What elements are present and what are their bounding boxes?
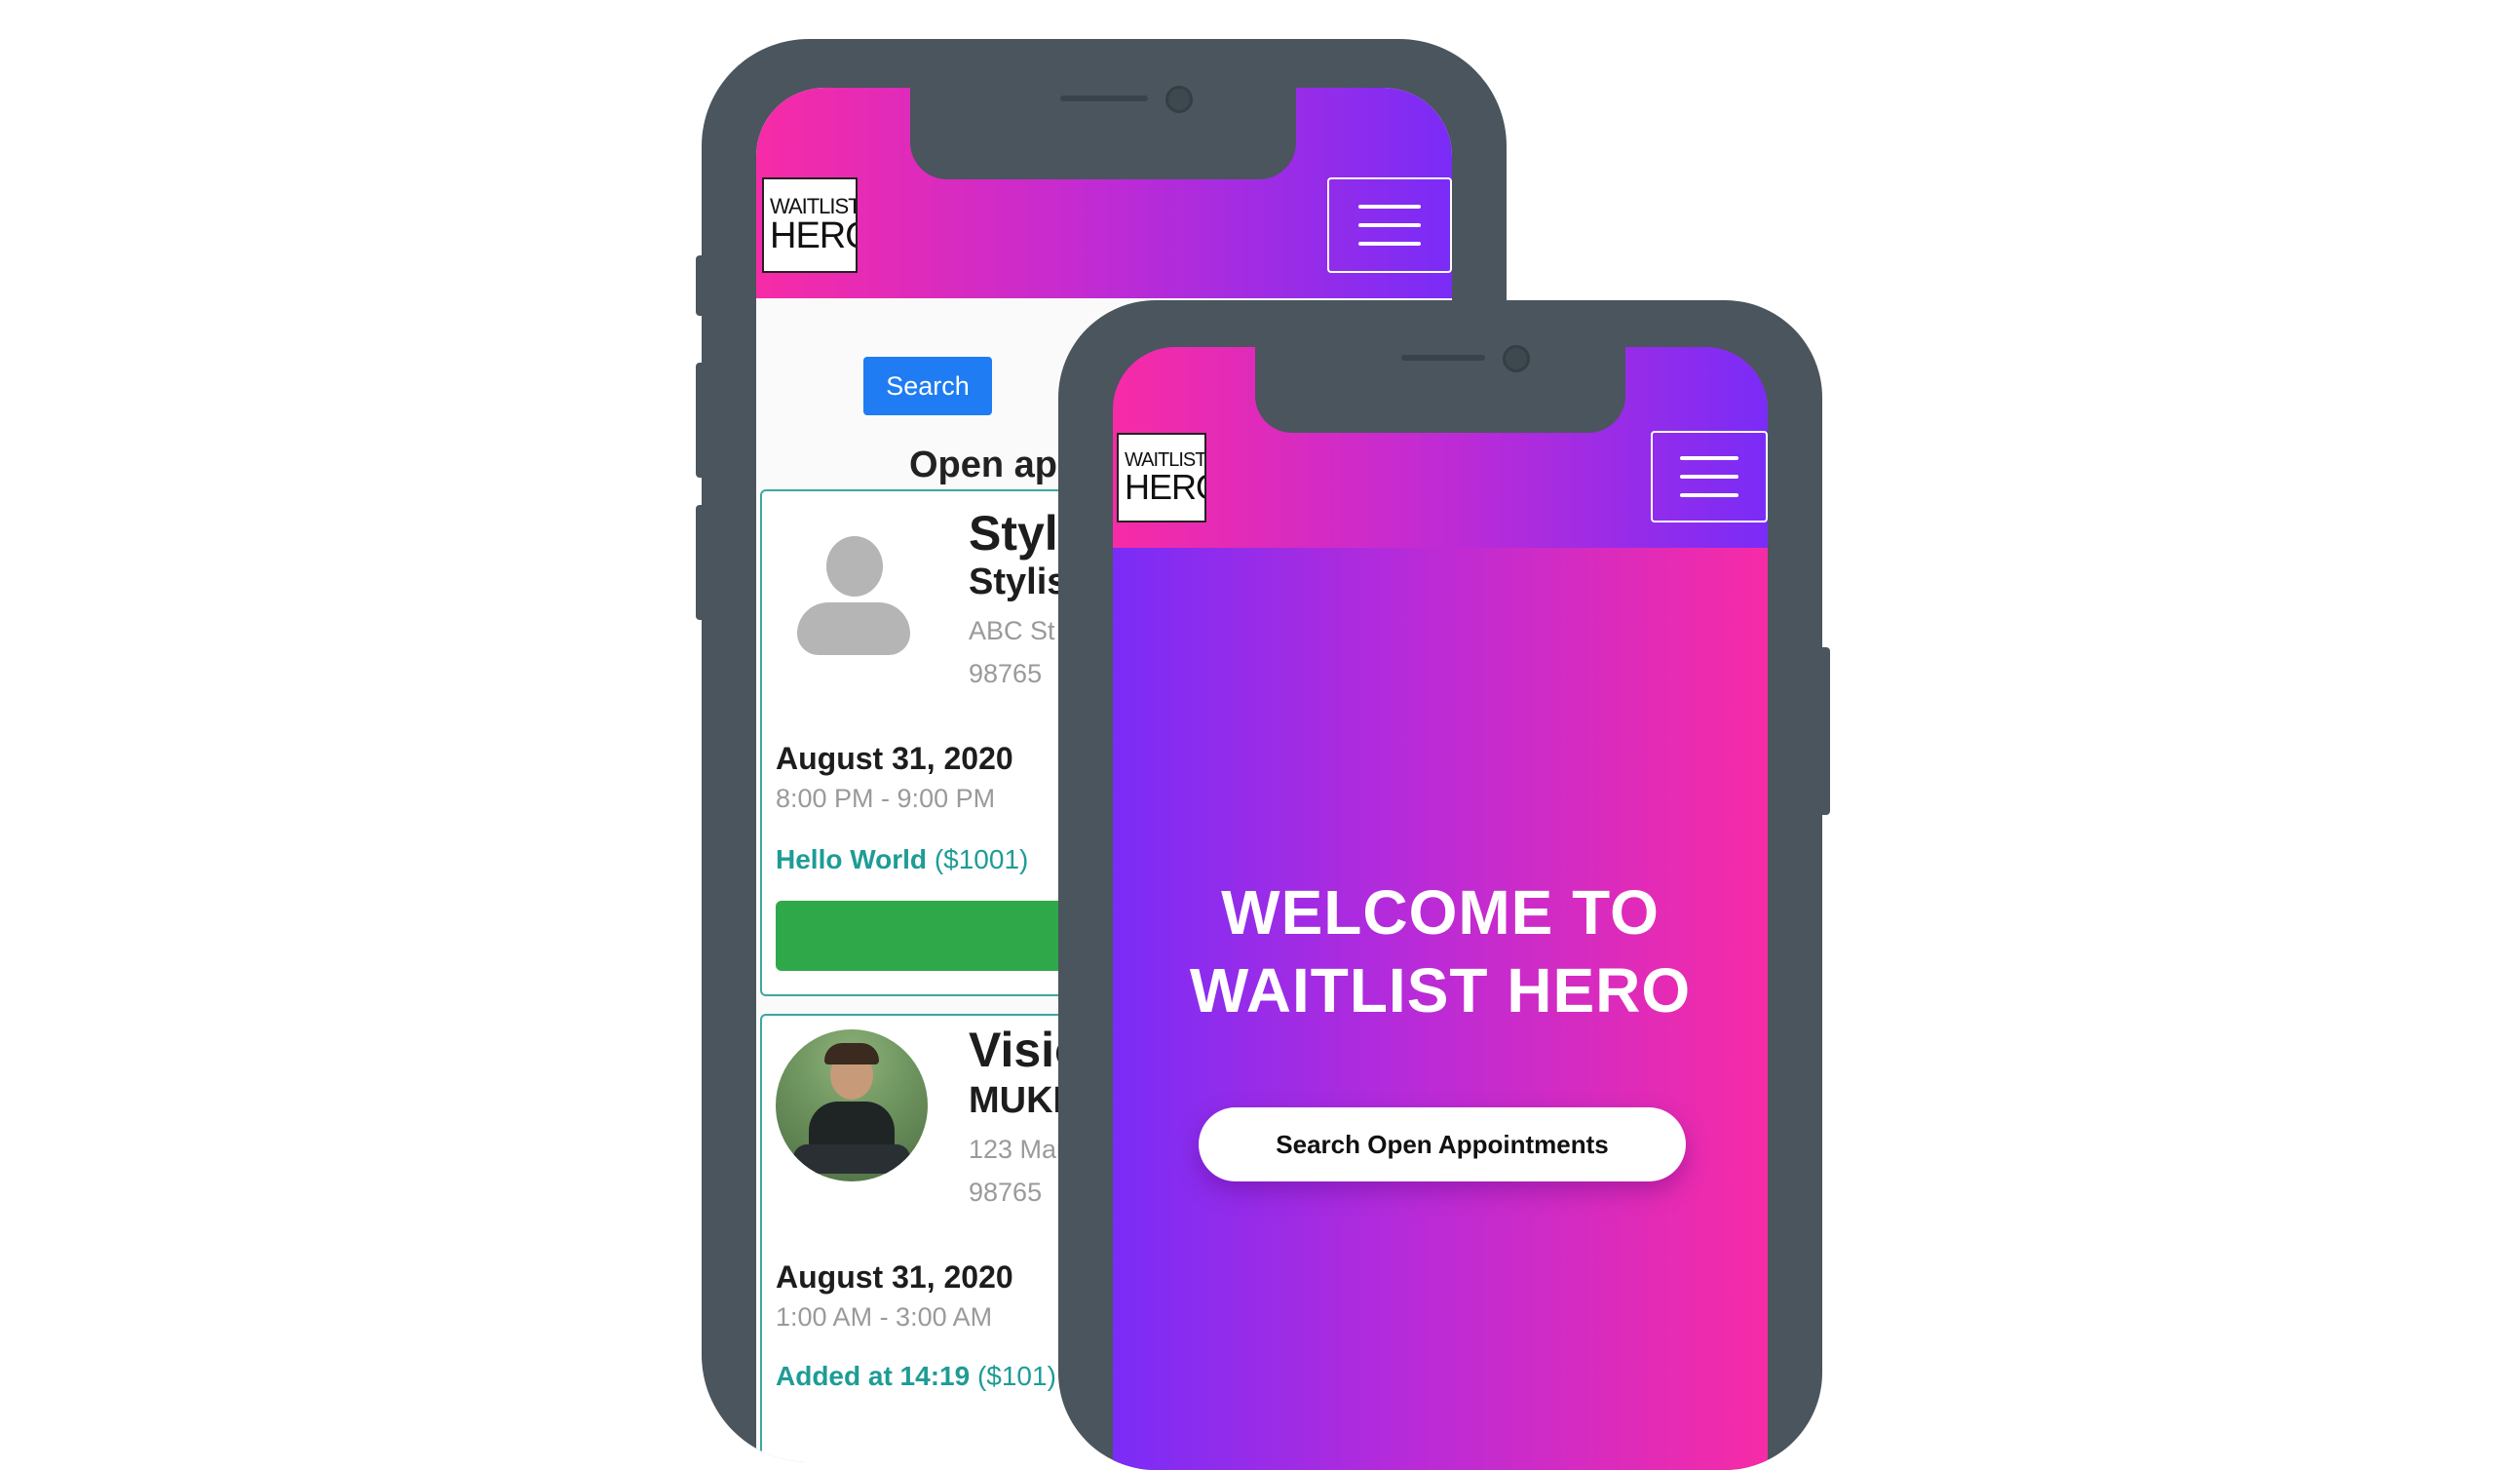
card-1-service[interactable]: Hello World [776, 844, 927, 874]
avatar-photo [776, 1029, 928, 1181]
card-2-service[interactable]: Added at 14:19 [776, 1361, 970, 1391]
card-2-date: August 31, 2020 [776, 1259, 1013, 1295]
logo-text-bottom: HERO [770, 215, 856, 256]
hero-title-line-1: WELCOME TO [1221, 877, 1660, 948]
card-1-zip: 98765 [969, 659, 1043, 688]
front-phone-notch [1255, 337, 1625, 433]
logo-text-bottom: HERO [1125, 467, 1204, 507]
search-open-appointments-button[interactable]: Search Open Appointments [1199, 1107, 1686, 1181]
menu-line-icon [1358, 242, 1421, 246]
card-2-service-line: Added at 14:19 ($101) [776, 1361, 1056, 1392]
back-phone-notch [910, 78, 1296, 179]
front-hamburger-menu-button[interactable] [1651, 431, 1768, 522]
hero-title: WELCOME TO WAITLIST HERO [1113, 873, 1768, 1029]
search-button[interactable]: Search [863, 357, 992, 415]
menu-line-icon [1358, 223, 1421, 227]
card-1-time: 8:00 PM - 9:00 PM [776, 784, 996, 813]
menu-line-icon [1680, 475, 1738, 479]
section-title: Open ap [909, 445, 1058, 485]
card-2-time: 1:00 AM - 3:00 AM [776, 1302, 993, 1332]
front-phone-camera-icon [1503, 345, 1530, 372]
front-phone-speaker [1401, 355, 1485, 361]
card-2-zip: 98765 [969, 1178, 1043, 1207]
back-phone-camera-icon [1165, 86, 1193, 113]
menu-line-icon [1358, 205, 1421, 209]
menu-line-icon [1680, 456, 1738, 460]
front-phone-screen: WAITLIST HERO WELCOME TO WAITLIST HERO S… [1113, 347, 1768, 1470]
card-2-price: ($101) [976, 1361, 1056, 1391]
card-1-service-line: Hello World ($1001) [776, 844, 1028, 875]
back-phone-speaker [1060, 96, 1148, 101]
card-1-address: ABC St [969, 616, 1055, 645]
card-1-name: Styli [969, 506, 1072, 561]
front-phone-frame: WAITLIST HERO WELCOME TO WAITLIST HERO S… [1058, 300, 1822, 1470]
logo-text-top: WAITLIST [770, 194, 858, 218]
card-1-price: ($1001) [934, 844, 1029, 874]
card-2-address: 123 Mai [969, 1135, 1063, 1164]
avatar-placeholder-icon [797, 534, 910, 655]
back-logo[interactable]: WAITLIST HERO [762, 177, 858, 273]
back-hamburger-menu-button[interactable] [1327, 177, 1452, 273]
front-logo[interactable]: WAITLIST HERO [1117, 433, 1206, 522]
menu-line-icon [1680, 493, 1738, 497]
card-1-date: August 31, 2020 [776, 741, 1013, 776]
card-1-role: Stylis [969, 561, 1068, 602]
hero-title-line-2: WAITLIST HERO [1189, 955, 1692, 1025]
